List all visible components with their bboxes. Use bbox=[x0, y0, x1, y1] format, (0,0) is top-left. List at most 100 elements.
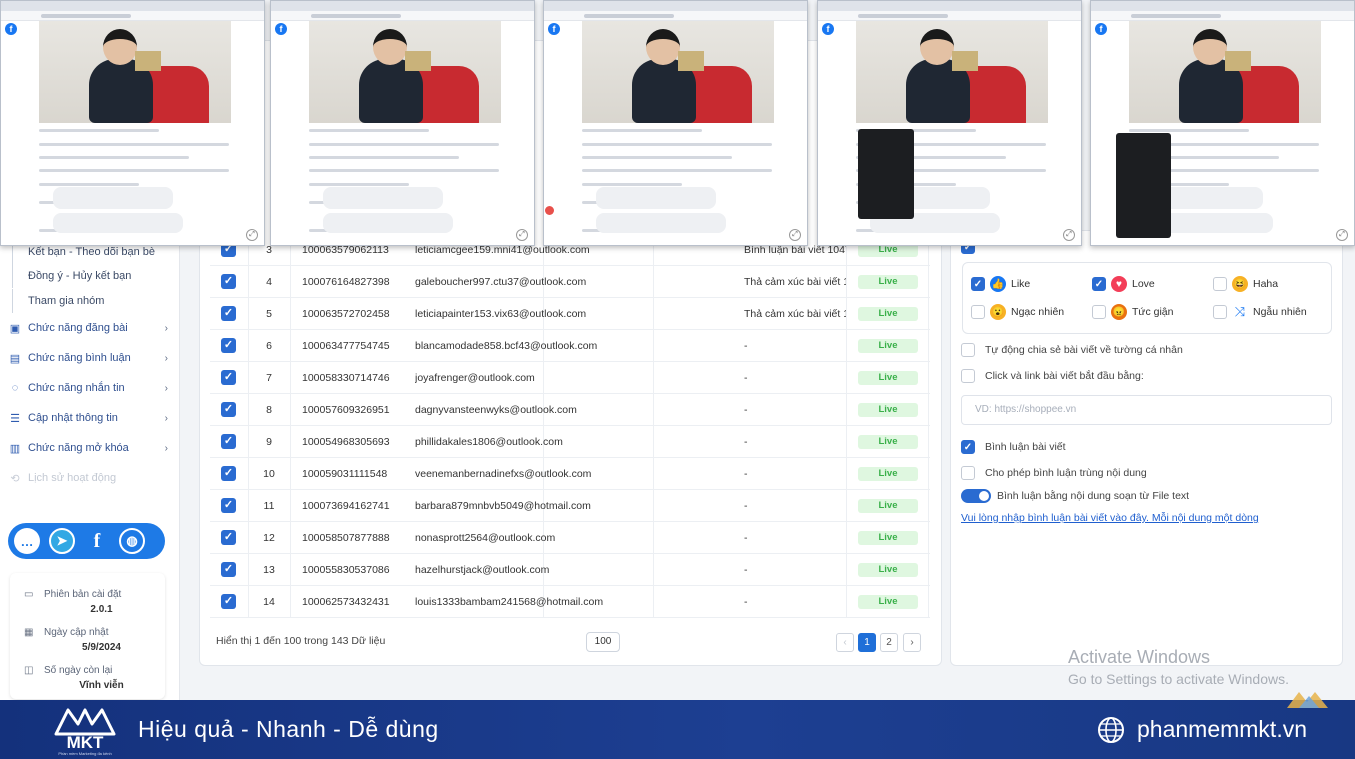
menu-comment[interactable]: ▤ Chức năng bình luận › bbox=[8, 347, 168, 369]
column-divider bbox=[653, 394, 654, 426]
random-checkbox[interactable] bbox=[1213, 305, 1227, 319]
table-row[interactable]: ✓ 8 100057609326951 dagnyvansteenwyks@outlo… bbox=[210, 394, 930, 426]
post-photo bbox=[582, 21, 774, 123]
expand-icon[interactable]: ⤢ bbox=[246, 229, 258, 241]
column-divider bbox=[290, 490, 291, 522]
table-row[interactable]: ✓ 9 100054968305693 phillidakales1806@outlo… bbox=[210, 426, 930, 458]
reaction-like[interactable]: ✓ 👍 Like bbox=[971, 275, 1030, 293]
pager-next-button[interactable]: › bbox=[903, 633, 921, 652]
pager-prev-button[interactable]: ‹ bbox=[836, 633, 854, 652]
table-row[interactable]: ✓ 12 100058507877888 nonasprott2564@outlook… bbox=[210, 522, 930, 554]
column-divider bbox=[653, 458, 654, 490]
column-divider bbox=[928, 522, 929, 554]
version-info-card: ▭ Phiên bản cài đặt 2.0.1 ▦ Ngày cập nhật … bbox=[10, 573, 165, 699]
row-uid: 100059031111548 bbox=[302, 468, 388, 480]
menu-post[interactable]: ▣ Chức năng đăng bài › bbox=[8, 317, 168, 339]
reaction-wow[interactable]: 😮 Ngạc nhiên bbox=[971, 303, 1064, 321]
reaction-love[interactable]: ✓ ♥ Love bbox=[1092, 275, 1155, 293]
browser-thumbnail[interactable]: f ⤢ bbox=[270, 0, 535, 246]
post-photo bbox=[1129, 21, 1321, 123]
comment-bubble bbox=[323, 213, 453, 233]
wow-checkbox[interactable] bbox=[971, 305, 985, 319]
comment-instruction-link[interactable]: Vui lòng nhập bình luận bài viết vào đây… bbox=[961, 512, 1259, 524]
browser-thumbnail[interactable]: f ⤢ bbox=[1090, 0, 1355, 246]
file-comment-option[interactable]: Bình luận bằng nội dung soạn từ File tex… bbox=[961, 488, 1189, 504]
version-value: 2.0.1 bbox=[90, 604, 113, 615]
column-divider bbox=[928, 458, 929, 490]
menu-unlock[interactable]: ▥ Chức năng mở khóa › bbox=[8, 437, 168, 459]
row-checkbox[interactable]: ✓ bbox=[221, 338, 236, 353]
browser-thumbnail[interactable]: f ⤢ bbox=[0, 0, 265, 246]
update-date-label: Ngày cập nhật bbox=[44, 627, 109, 638]
row-checkbox[interactable]: ✓ bbox=[221, 562, 236, 577]
table-row[interactable]: ✓ 11 100073694162741 barbara879mnbvb5049@ho… bbox=[210, 490, 930, 522]
row-checkbox[interactable]: ✓ bbox=[221, 434, 236, 449]
row-uid: 100057609326951 bbox=[302, 404, 390, 416]
telegram-icon[interactable]: ➤ bbox=[49, 528, 75, 554]
haha-checkbox[interactable] bbox=[1213, 277, 1227, 291]
expand-icon[interactable]: ⤢ bbox=[1063, 229, 1075, 241]
menu-message[interactable]: ◌ Chức năng nhắn tin › bbox=[8, 377, 168, 399]
like-checkbox[interactable]: ✓ bbox=[971, 277, 985, 291]
days-left-label: Số ngày còn lại bbox=[44, 665, 113, 676]
browser-thumbnail[interactable]: f ⤢ bbox=[817, 0, 1082, 246]
column-divider bbox=[653, 330, 654, 362]
column-divider bbox=[290, 522, 291, 554]
page-size-select[interactable]: 100 bbox=[586, 632, 620, 652]
row-checkbox[interactable]: ✓ bbox=[221, 498, 236, 513]
row-status-cell: Live bbox=[846, 362, 928, 394]
auto-share-checkbox[interactable] bbox=[961, 343, 975, 357]
reaction-angry[interactable]: 😠 Tức giận bbox=[1092, 303, 1173, 321]
allow-duplicate-option[interactable]: Cho phép bình luận trùng nội dung bbox=[961, 465, 1147, 481]
pager-page-1[interactable]: 1 bbox=[858, 633, 876, 652]
angry-checkbox[interactable] bbox=[1092, 305, 1106, 319]
row-checkbox[interactable]: ✓ bbox=[221, 402, 236, 417]
comment-post-option[interactable]: ✓ Bình luận bài viết bbox=[961, 439, 1066, 455]
table-row[interactable]: ✓ 5 100063572702458 leticiapainter153.vix63… bbox=[210, 298, 930, 330]
click-link-option[interactable]: Click và link bài viết bắt đầu bằng: bbox=[961, 368, 1144, 384]
auto-share-option[interactable]: Tự động chia sẻ bài viết về tường cá nhâ… bbox=[961, 342, 1183, 358]
row-number: 13 bbox=[263, 564, 275, 576]
expand-icon[interactable]: ⤢ bbox=[516, 229, 528, 241]
love-checkbox[interactable]: ✓ bbox=[1092, 277, 1106, 291]
column-divider bbox=[928, 426, 929, 458]
facebook-icon[interactable]: f bbox=[84, 528, 110, 554]
row-checkbox[interactable]: ✓ bbox=[221, 466, 236, 481]
row-checkbox[interactable]: ✓ bbox=[221, 274, 236, 289]
status-badge: Live bbox=[858, 275, 918, 289]
expand-icon[interactable]: ⤢ bbox=[1336, 229, 1348, 241]
column-divider bbox=[928, 586, 929, 618]
reaction-haha[interactable]: 😆 Haha bbox=[1213, 275, 1278, 293]
comment-post-checkbox[interactable]: ✓ bbox=[961, 440, 975, 454]
table-row[interactable]: ✓ 10 100059031111548 veenemanbernadinefxs@o… bbox=[210, 458, 930, 490]
chat-icon[interactable]: … bbox=[14, 528, 40, 554]
allow-duplicate-checkbox[interactable] bbox=[961, 466, 975, 480]
table-row[interactable]: ✓ 4 100076164827398 galeboucher997.ctu37@ou… bbox=[210, 266, 930, 298]
table-row[interactable]: ✓ 14 100062573432431 louis1333bambam241568@… bbox=[210, 586, 930, 618]
file-comment-toggle[interactable] bbox=[961, 489, 991, 503]
text-line bbox=[582, 156, 732, 159]
table-row[interactable]: ✓ 13 100055830537086 hazelhurstjack@outlook… bbox=[210, 554, 930, 586]
menu-update-info[interactable]: ☰ Cập nhật thông tin › bbox=[8, 407, 168, 429]
browser-thumbnail[interactable]: f ⤢ bbox=[543, 0, 808, 246]
row-checkbox[interactable]: ✓ bbox=[221, 530, 236, 545]
table-row[interactable]: ✓ 7 100058330714746 joyafrenger@outlook.com… bbox=[210, 362, 930, 394]
row-checkbox[interactable]: ✓ bbox=[221, 370, 236, 385]
link-prefix-input[interactable]: VD: https://shoppee.vn bbox=[961, 395, 1332, 425]
row-checkbox[interactable]: ✓ bbox=[221, 594, 236, 609]
website-icon[interactable]: ◍ bbox=[119, 528, 145, 554]
row-checkbox[interactable]: ✓ bbox=[221, 306, 236, 321]
row-email: joyafrenger@outlook.com bbox=[415, 372, 535, 384]
expand-icon[interactable]: ⤢ bbox=[789, 229, 801, 241]
table-row[interactable]: ✓ 6 100063477754745 blancamodade858.bcf43@o… bbox=[210, 330, 930, 362]
banner-website[interactable]: phanmemmkt.vn bbox=[1137, 716, 1307, 743]
pager-page-2[interactable]: 2 bbox=[880, 633, 898, 652]
text-line bbox=[1129, 129, 1249, 132]
sidebar-item-accept-friend[interactable]: Đồng ý - Hủy kết bạn bbox=[12, 264, 131, 288]
row-email: barbara879mnbvb5049@hotmail.com bbox=[415, 500, 591, 512]
version-label: Phiên bản cài đặt bbox=[44, 589, 122, 600]
text-line bbox=[582, 143, 772, 146]
sidebar-item-join-group[interactable]: Tham gia nhóm bbox=[12, 289, 104, 313]
click-link-checkbox[interactable] bbox=[961, 369, 975, 383]
reaction-random[interactable]: ⤨ Ngẫu nhiên bbox=[1213, 303, 1307, 321]
